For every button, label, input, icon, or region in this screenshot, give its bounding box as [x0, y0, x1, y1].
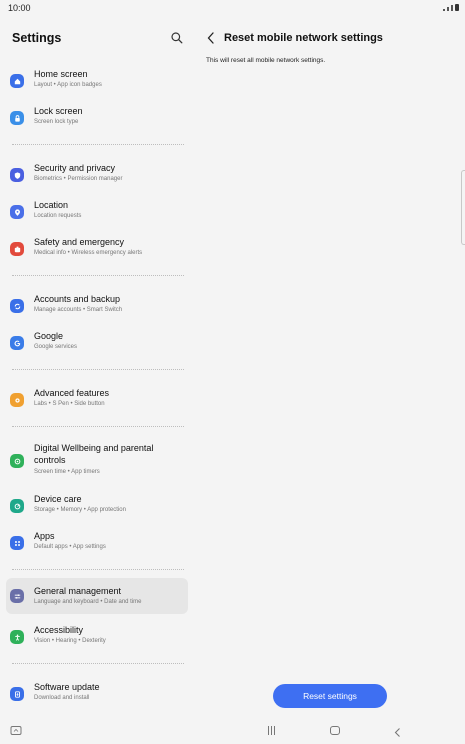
- search-button[interactable]: [170, 31, 184, 45]
- item-subtitle: Layout • App icon badges: [34, 82, 102, 88]
- divider: [12, 663, 184, 664]
- status-bar: 10:00: [0, 0, 465, 18]
- status-time: 10:00: [8, 3, 31, 13]
- google-icon: [10, 336, 24, 350]
- shield-icon: [10, 168, 24, 182]
- item-subtitle: Location requests: [34, 213, 82, 219]
- item-title: Advanced features: [34, 388, 110, 398]
- settings-item-accounts-backup[interactable]: Accounts and backup Manage accounts • Sm…: [6, 290, 188, 318]
- item-subtitle: Vision • Hearing • Dexterity: [34, 638, 106, 644]
- back-arrow-icon: [394, 728, 400, 737]
- item-title: Google: [34, 331, 64, 341]
- status-icons: [443, 4, 459, 11]
- item-title-line2: controls: [34, 455, 66, 465]
- settings-item-general-management[interactable]: General management Language and keyboard…: [6, 578, 188, 614]
- detail-description: This will reset all mobile network setti…: [206, 57, 326, 64]
- item-subtitle: Manage accounts • Smart Switch: [34, 307, 123, 313]
- item-title: Apps: [34, 531, 55, 541]
- item-title: Home screen: [34, 69, 88, 79]
- recent-apps-button[interactable]: [268, 726, 275, 735]
- settings-item-software-update[interactable]: Software update Download and install: [6, 678, 188, 706]
- reset-settings-button[interactable]: Reset settings: [273, 684, 387, 708]
- accessibility-icon: [10, 630, 24, 644]
- back-button[interactable]: [206, 31, 216, 45]
- device-care-icon: [10, 499, 24, 513]
- settings-item-safety-emergency[interactable]: Safety and emergency Medical info • Wire…: [6, 233, 188, 261]
- item-subtitle: Biometrics • Permission manager: [34, 176, 123, 182]
- item-title: Accessibility: [34, 625, 84, 635]
- nav-back-button[interactable]: [393, 725, 403, 737]
- item-subtitle: Google services: [34, 344, 78, 350]
- sliders-icon: [10, 589, 24, 603]
- settings-item-location[interactable]: Location Location requests: [6, 196, 188, 224]
- home-button[interactable]: [330, 726, 340, 735]
- item-subtitle: Labs • S Pen • Side button: [34, 401, 105, 407]
- sync-icon: [10, 299, 24, 313]
- detail-title: Reset mobile network settings: [224, 32, 383, 44]
- settings-item-home-screen[interactable]: Home screen Layout • App icon badges: [6, 65, 188, 93]
- apps-icon: [10, 536, 24, 550]
- wellbeing-icon: [10, 454, 24, 468]
- settings-item-lock-screen[interactable]: Lock screen Screen lock type: [6, 102, 188, 130]
- chevron-left-icon: [207, 32, 214, 44]
- home-icon: [10, 74, 24, 88]
- settings-item-advanced-features[interactable]: Advanced features Labs • S Pen • Side bu…: [6, 384, 188, 412]
- lock-icon: [10, 111, 24, 125]
- settings-item-device-care[interactable]: Device care Storage • Memory • App prote…: [6, 490, 188, 518]
- divider: [12, 275, 184, 276]
- settings-item-accessibility[interactable]: Accessibility Vision • Hearing • Dexteri…: [6, 621, 188, 649]
- item-subtitle: Storage • Memory • App protection: [34, 507, 126, 513]
- settings-item-security[interactable]: Security and privacy Biometrics • Permis…: [6, 159, 188, 187]
- gear-plus-icon: [10, 393, 24, 407]
- divider: [12, 144, 184, 145]
- item-subtitle: Language and keyboard • Date and time: [34, 599, 142, 605]
- page-title: Settings: [12, 31, 62, 45]
- keyboard-icon[interactable]: [10, 724, 22, 736]
- item-title: Software update: [34, 682, 100, 692]
- detail-header: Reset mobile network settings: [206, 31, 383, 45]
- item-title: Accounts and backup: [34, 294, 121, 304]
- search-icon: [171, 32, 183, 44]
- emergency-icon: [10, 242, 24, 256]
- settings-item-google[interactable]: Google Google services: [6, 327, 188, 355]
- item-title: Security and privacy: [34, 163, 116, 173]
- item-title: Location: [34, 200, 69, 210]
- settings-item-apps[interactable]: Apps Default apps • App settings: [6, 527, 188, 555]
- item-title: Safety and emergency: [34, 237, 125, 247]
- item-subtitle: Screen time • App timers: [34, 469, 100, 475]
- software-update-icon: [10, 687, 24, 701]
- item-title: Device care: [34, 494, 82, 504]
- location-pin-icon: [10, 205, 24, 219]
- item-title: General management: [34, 586, 122, 596]
- divider: [12, 569, 184, 570]
- item-subtitle: Download and install: [34, 695, 90, 701]
- item-title: Digital Wellbeing and parental: [34, 443, 154, 453]
- settings-panel: Settings Home screen Layout • App icon b…: [0, 18, 194, 718]
- navigation-bar: [0, 718, 465, 744]
- divider: [12, 426, 184, 427]
- item-subtitle: Screen lock type: [34, 119, 79, 125]
- settings-item-digital-wellbeing[interactable]: Digital Wellbeing and parental controls …: [6, 441, 188, 481]
- edge-panel-handle[interactable]: [461, 170, 465, 245]
- item-subtitle: Medical info • Wireless emergency alerts: [34, 250, 143, 256]
- divider: [12, 369, 184, 370]
- signal-icon: [443, 9, 445, 11]
- item-subtitle: Default apps • App settings: [34, 544, 106, 550]
- battery-icon: [455, 4, 459, 11]
- item-title: Lock screen: [34, 106, 83, 116]
